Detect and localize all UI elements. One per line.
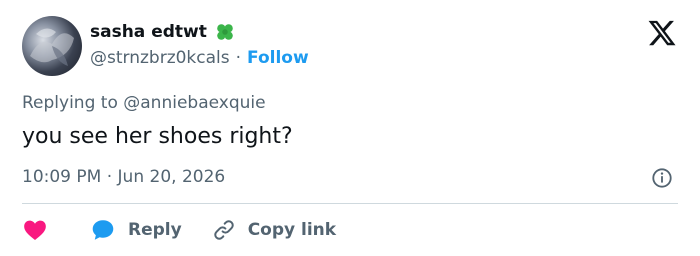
- copy-link-label: Copy link: [247, 220, 337, 240]
- four-leaf-clover-icon: [217, 24, 233, 40]
- link-icon: [213, 220, 234, 240]
- tweet-date[interactable]: Jun 20, 2026: [118, 167, 226, 187]
- speech-bubble-icon: [92, 220, 114, 240]
- reply-button[interactable]: Reply: [90, 217, 182, 243]
- reply-mention-link[interactable]: @anniebaexquie: [123, 93, 265, 113]
- copy-link-button[interactable]: Copy link: [212, 218, 336, 242]
- x-logo-icon[interactable]: [647, 18, 677, 48]
- separator-dot: ·: [235, 48, 242, 68]
- tweet-time[interactable]: 10:09 PM: [22, 167, 101, 187]
- display-name[interactable]: sasha edtwt: [90, 22, 207, 42]
- handle-row: @strnzbrz0kcals · Follow: [90, 48, 309, 68]
- info-icon[interactable]: [651, 167, 673, 189]
- user-handle[interactable]: @strnzbrz0kcals: [90, 48, 230, 68]
- divider: [22, 203, 678, 204]
- tweet-text: you see her shoes right?: [22, 124, 293, 149]
- reply-label: Reply: [128, 220, 182, 240]
- tweet-embed-card: sasha edtwt @strnzbrz0kcals · Follow Rep…: [0, 0, 700, 256]
- follow-button[interactable]: Follow: [247, 48, 309, 68]
- replying-to-line: Replying to @anniebaexquie: [22, 93, 266, 113]
- replying-to-prefix: Replying to: [22, 93, 118, 113]
- like-button[interactable]: [22, 217, 48, 243]
- name-row: sasha edtwt: [90, 20, 236, 44]
- avatar-image: [30, 28, 74, 66]
- action-bar: Reply Copy link: [22, 216, 336, 244]
- tweet-meta: 10:09 PM · Jun 20, 2026: [22, 167, 225, 187]
- heart-icon: [24, 220, 46, 240]
- meta-separator: ·: [106, 167, 113, 187]
- avatar[interactable]: [22, 16, 82, 76]
